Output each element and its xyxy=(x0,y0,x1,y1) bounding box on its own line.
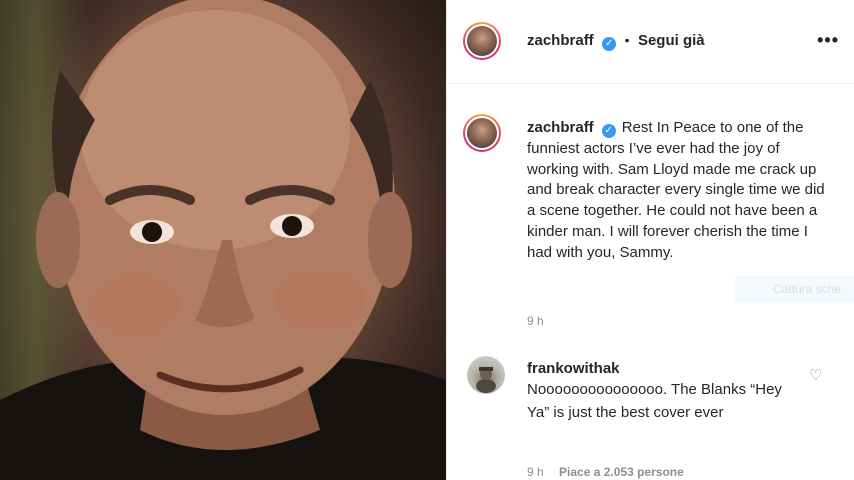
more-options-icon[interactable]: ••• xyxy=(817,30,839,51)
post-header: zachbraff ✓ • Segui già ••• xyxy=(447,0,854,84)
header-author-row: zachbraff ✓ • Segui già xyxy=(527,32,705,51)
comment-timestamp[interactable]: 9 h xyxy=(527,465,544,479)
commenter-avatar[interactable] xyxy=(467,356,505,394)
post-photo[interactable] xyxy=(0,0,446,480)
header-username[interactable]: zachbraff xyxy=(527,32,594,49)
comment-likes[interactable]: Piace a 2.053 persone xyxy=(559,465,684,479)
caption-timestamp[interactable]: 9 h xyxy=(527,314,544,328)
caption-text: Rest In Peace to one of the funniest act… xyxy=(527,119,825,261)
follow-status-button[interactable]: Segui già xyxy=(638,32,705,49)
comment-body: frankowithak Nooooooooooooooo. The Blank… xyxy=(527,359,797,424)
comment-text: Nooooooooooooooo. The Blanks “Hey Ya” is… xyxy=(527,381,782,421)
comment-meta: 9 h Piace a 2.053 persone xyxy=(527,465,684,479)
post-caption: zachbraff ✓ Rest In Peace to one of the fu… xyxy=(527,118,827,264)
post-details-panel: zachbraff ✓ • Segui già ••• zachbraff ✓ Re… xyxy=(446,0,854,480)
heart-icon[interactable]: ♡ xyxy=(809,366,822,384)
caption-author-avatar[interactable] xyxy=(463,114,501,152)
verified-badge-icon: ✓ xyxy=(602,37,617,51)
header-separator: • xyxy=(624,32,630,48)
author-avatar[interactable] xyxy=(463,22,501,60)
commenter-username[interactable]: frankowithak xyxy=(527,359,797,379)
screenshot-tooltip: Cattura sche xyxy=(735,276,854,302)
caption-username[interactable]: zachbraff xyxy=(527,119,594,136)
portrait-illustration xyxy=(0,0,446,480)
verified-badge-icon: ✓ xyxy=(601,124,616,138)
